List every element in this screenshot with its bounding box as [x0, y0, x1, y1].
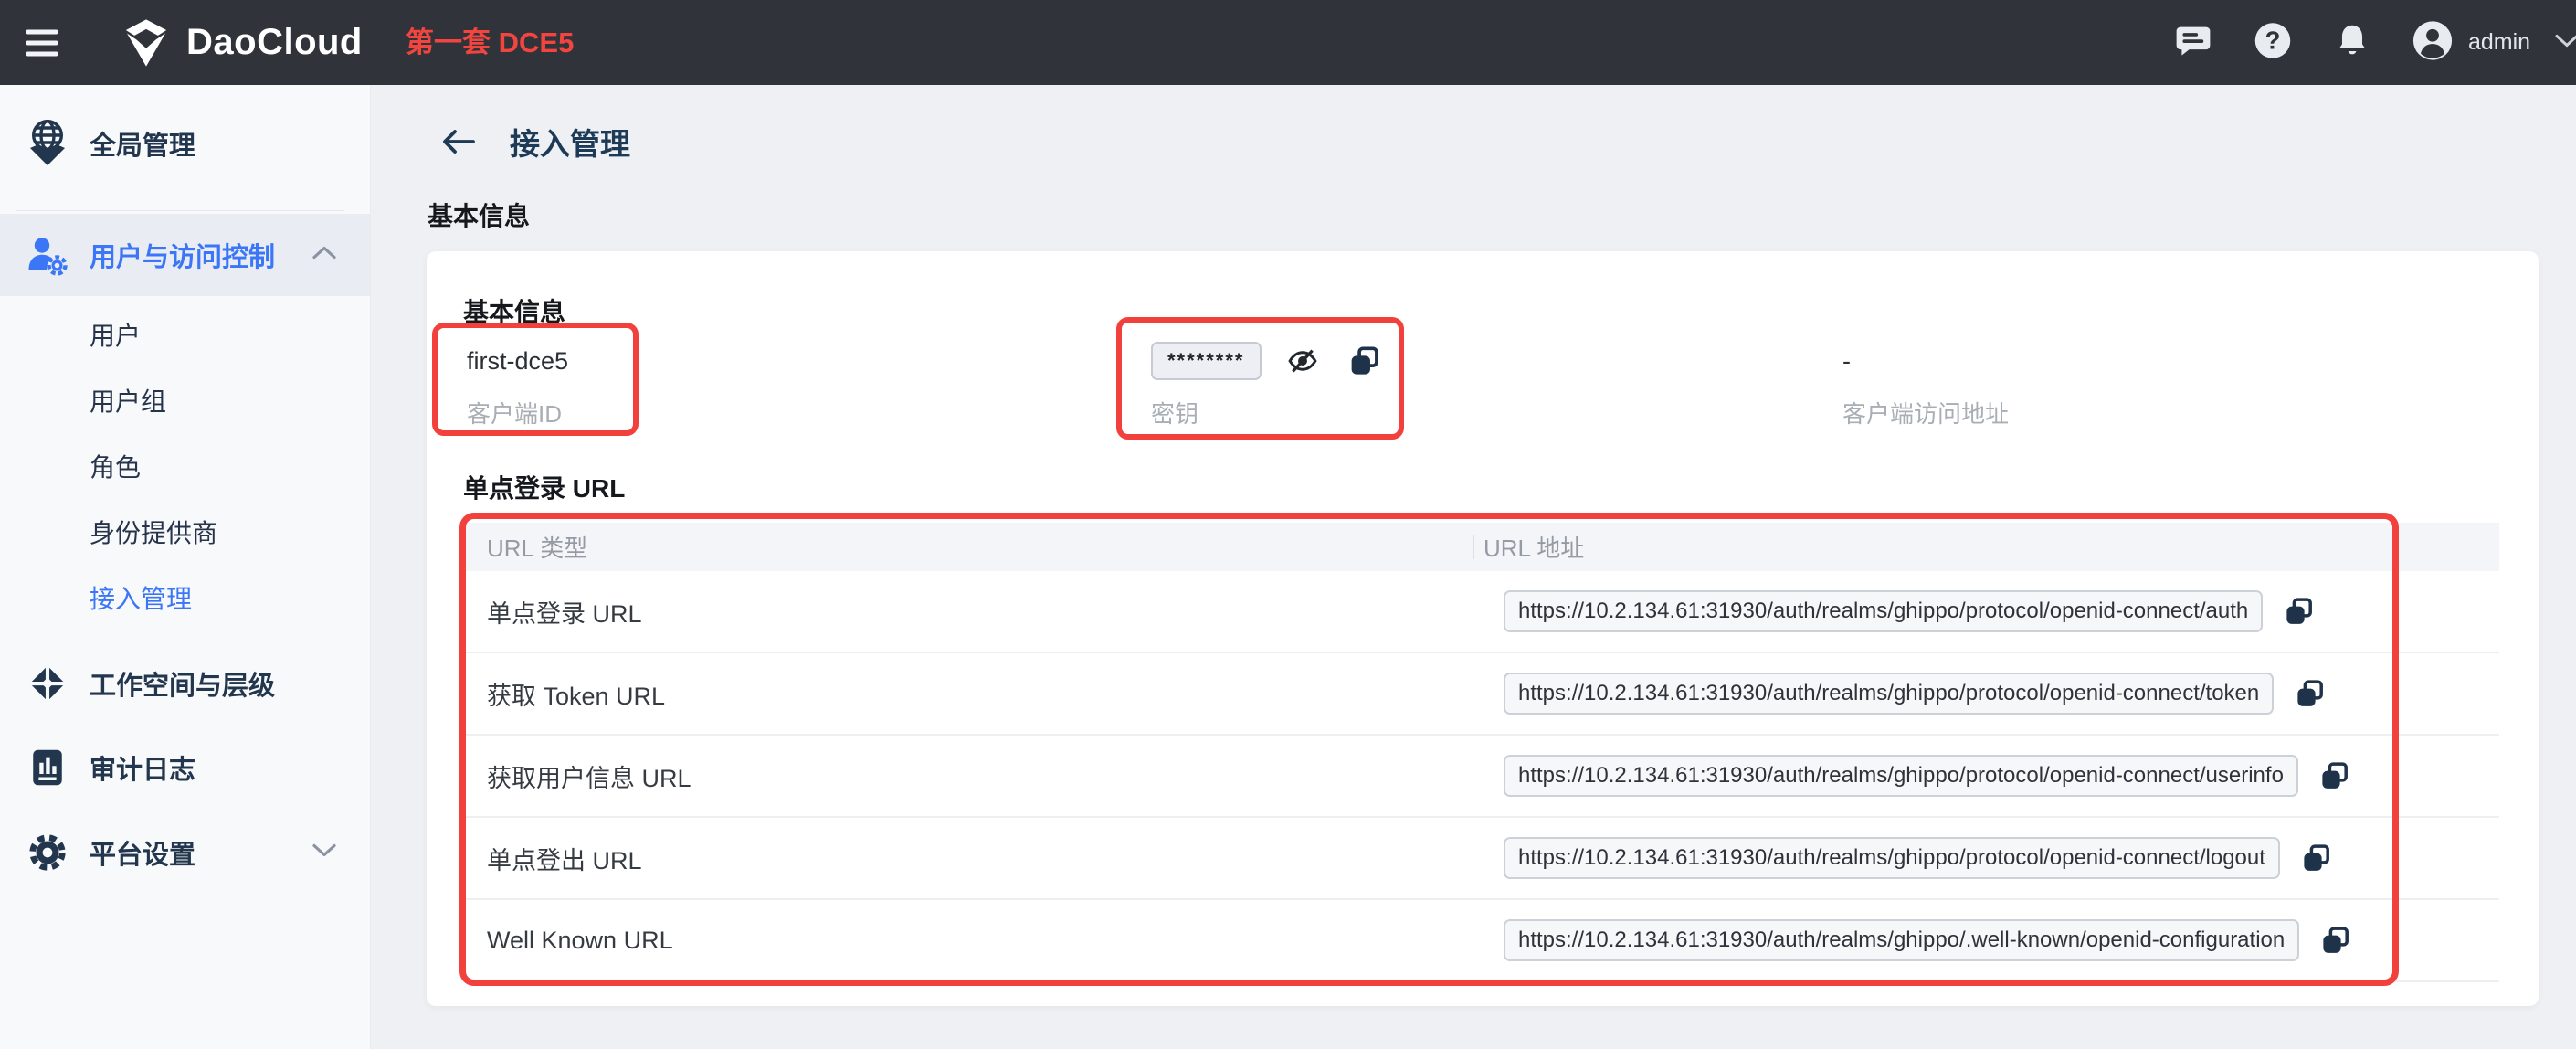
sidebar-group-user-access-control[interactable]: 用户与访问控制 — [0, 214, 370, 296]
globe-icon — [26, 118, 69, 169]
back-arrow-icon[interactable] — [438, 126, 477, 157]
copy-icon[interactable] — [2294, 678, 2326, 710]
sidebar-item-user-groups[interactable]: 用户组 — [0, 367, 370, 433]
sidebar-item-audit-logs[interactable]: 审计日志 — [0, 726, 370, 809]
sidebar-item-workspace-hierarchy[interactable]: 工作空间与层级 — [0, 642, 370, 725]
client-access-label: 客户端访问地址 — [1842, 400, 2010, 428]
column-header-url-type: URL 类型 — [487, 535, 588, 562]
client-id-label: 客户端ID — [467, 400, 563, 428]
gear-icon — [26, 832, 69, 874]
url-value: https://10.2.134.61:31930/auth/realms/gh… — [1504, 673, 2275, 715]
sidebar-item-label: 全局管理 — [90, 132, 196, 161]
url-value: https://10.2.134.61:31930/auth/realms/gh… — [1504, 590, 2264, 632]
message-icon[interactable] — [2174, 21, 2212, 64]
sidebar-item-users[interactable]: 用户 — [0, 302, 370, 367]
sidebar-item-global-management[interactable]: 全局管理 — [0, 102, 370, 185]
sidebar-item-identity-providers[interactable]: 身份提供商 — [0, 499, 370, 565]
url-value: https://10.2.134.61:31930/auth/realms/gh… — [1504, 919, 2300, 961]
table-row: 获取用户信息 URL https://10.2.134.61:31930/aut… — [465, 736, 2499, 818]
copy-icon[interactable] — [2300, 842, 2332, 874]
page-title: 接入管理 — [510, 127, 630, 161]
client-access-field: - 客户端访问地址 — [1842, 339, 2009, 429]
product-name: DaoCloud — [186, 22, 363, 62]
card-heading-basic-info: 基本信息 — [463, 298, 566, 326]
copy-icon[interactable] — [2318, 760, 2350, 792]
eye-slash-icon[interactable] — [1285, 345, 1320, 376]
section-label-basic-info: 基本信息 — [428, 202, 531, 230]
sidebar-divider — [16, 210, 344, 211]
sidebar-group-label: 用户与访问控制 — [90, 243, 276, 272]
sidebar: 全局管理 用户与访问控制 用户 用户组 角色 身份提供商 接入管理 工作空间与层… — [0, 85, 371, 1049]
secret-field: ******** 密钥 — [1151, 339, 1381, 429]
avatar-icon[interactable] — [2412, 19, 2454, 66]
table-row: 单点登出 URL https://10.2.134.61:31930/auth/… — [465, 818, 2499, 900]
help-icon[interactable]: ? — [2253, 20, 2293, 65]
user-menu-chevron-down-icon[interactable] — [2554, 32, 2576, 53]
table-row: 获取 Token URL https://10.2.134.61:31930/a… — [465, 653, 2499, 736]
chevron-down-icon — [310, 842, 339, 864]
client-access-value: - — [1842, 346, 1851, 375]
column-header-url-address: URL 地址 — [1483, 535, 1585, 562]
app-screen: DaoCloud 第一套 DCE5 ? admin 全局管理 用户与访问控制 用… — [0, 0, 2576, 1049]
table-row: 单点登录 URL https://10.2.134.61:31930/auth/… — [465, 571, 2499, 653]
menu-icon[interactable] — [26, 23, 58, 62]
secret-masked-value: ******** — [1151, 342, 1262, 380]
daocloud-logo: DaoCloud — [121, 17, 363, 69]
sidebar-item-label: 平台设置 — [90, 841, 196, 870]
sidebar-item-access-management[interactable]: 接入管理 — [0, 565, 370, 630]
url-value: https://10.2.134.61:31930/auth/realms/gh… — [1504, 837, 2280, 879]
table-row: Well Known URL https://10.2.134.61:31930… — [465, 900, 2499, 982]
secret-label: 密钥 — [1151, 400, 1199, 428]
copy-icon[interactable] — [2283, 596, 2315, 628]
sidebar-item-platform-settings[interactable]: 平台设置 — [0, 811, 370, 894]
daocloud-logo-icon — [125, 18, 167, 67]
sidebar-item-label: 工作空间与层级 — [90, 672, 276, 701]
svg-text:?: ? — [2265, 26, 2281, 54]
environment-title: 第一套 DCE5 — [406, 26, 575, 58]
sso-url-table: URL 类型 URL 地址 单点登录 URL https://10.2.134.… — [465, 523, 2499, 982]
sidebar-item-roles[interactable]: 角色 — [0, 433, 370, 499]
client-id-field: first-dce5 客户端ID — [467, 339, 568, 429]
table-header: URL 类型 URL 地址 — [465, 523, 2499, 571]
client-id-value: first-dce5 — [467, 346, 569, 375]
topbar: DaoCloud 第一套 DCE5 ? admin — [0, 0, 2576, 85]
chevron-up-icon — [310, 244, 339, 267]
url-value: https://10.2.134.61:31930/auth/realms/gh… — [1504, 755, 2298, 797]
workspace-diamond-icon — [26, 663, 69, 704]
username[interactable]: admin — [2468, 0, 2530, 85]
audit-chart-icon — [26, 747, 69, 789]
column-divider — [1473, 535, 1474, 559]
copy-icon[interactable] — [2319, 925, 2351, 957]
card-heading-sso-url: 单点登录 URL — [463, 474, 626, 503]
sidebar-item-label: 审计日志 — [90, 756, 196, 785]
copy-icon[interactable] — [1347, 344, 1381, 378]
notification-bell-icon[interactable] — [2333, 20, 2371, 65]
page-header: 接入管理 — [438, 118, 630, 165]
user-gear-icon — [26, 233, 69, 277]
detail-card: 基本信息 first-dce5 客户端ID ******** 密钥 - 客户端访… — [427, 251, 2539, 1006]
main-content: 接入管理 基本信息 基本信息 first-dce5 客户端ID ******** — [371, 85, 2576, 1049]
